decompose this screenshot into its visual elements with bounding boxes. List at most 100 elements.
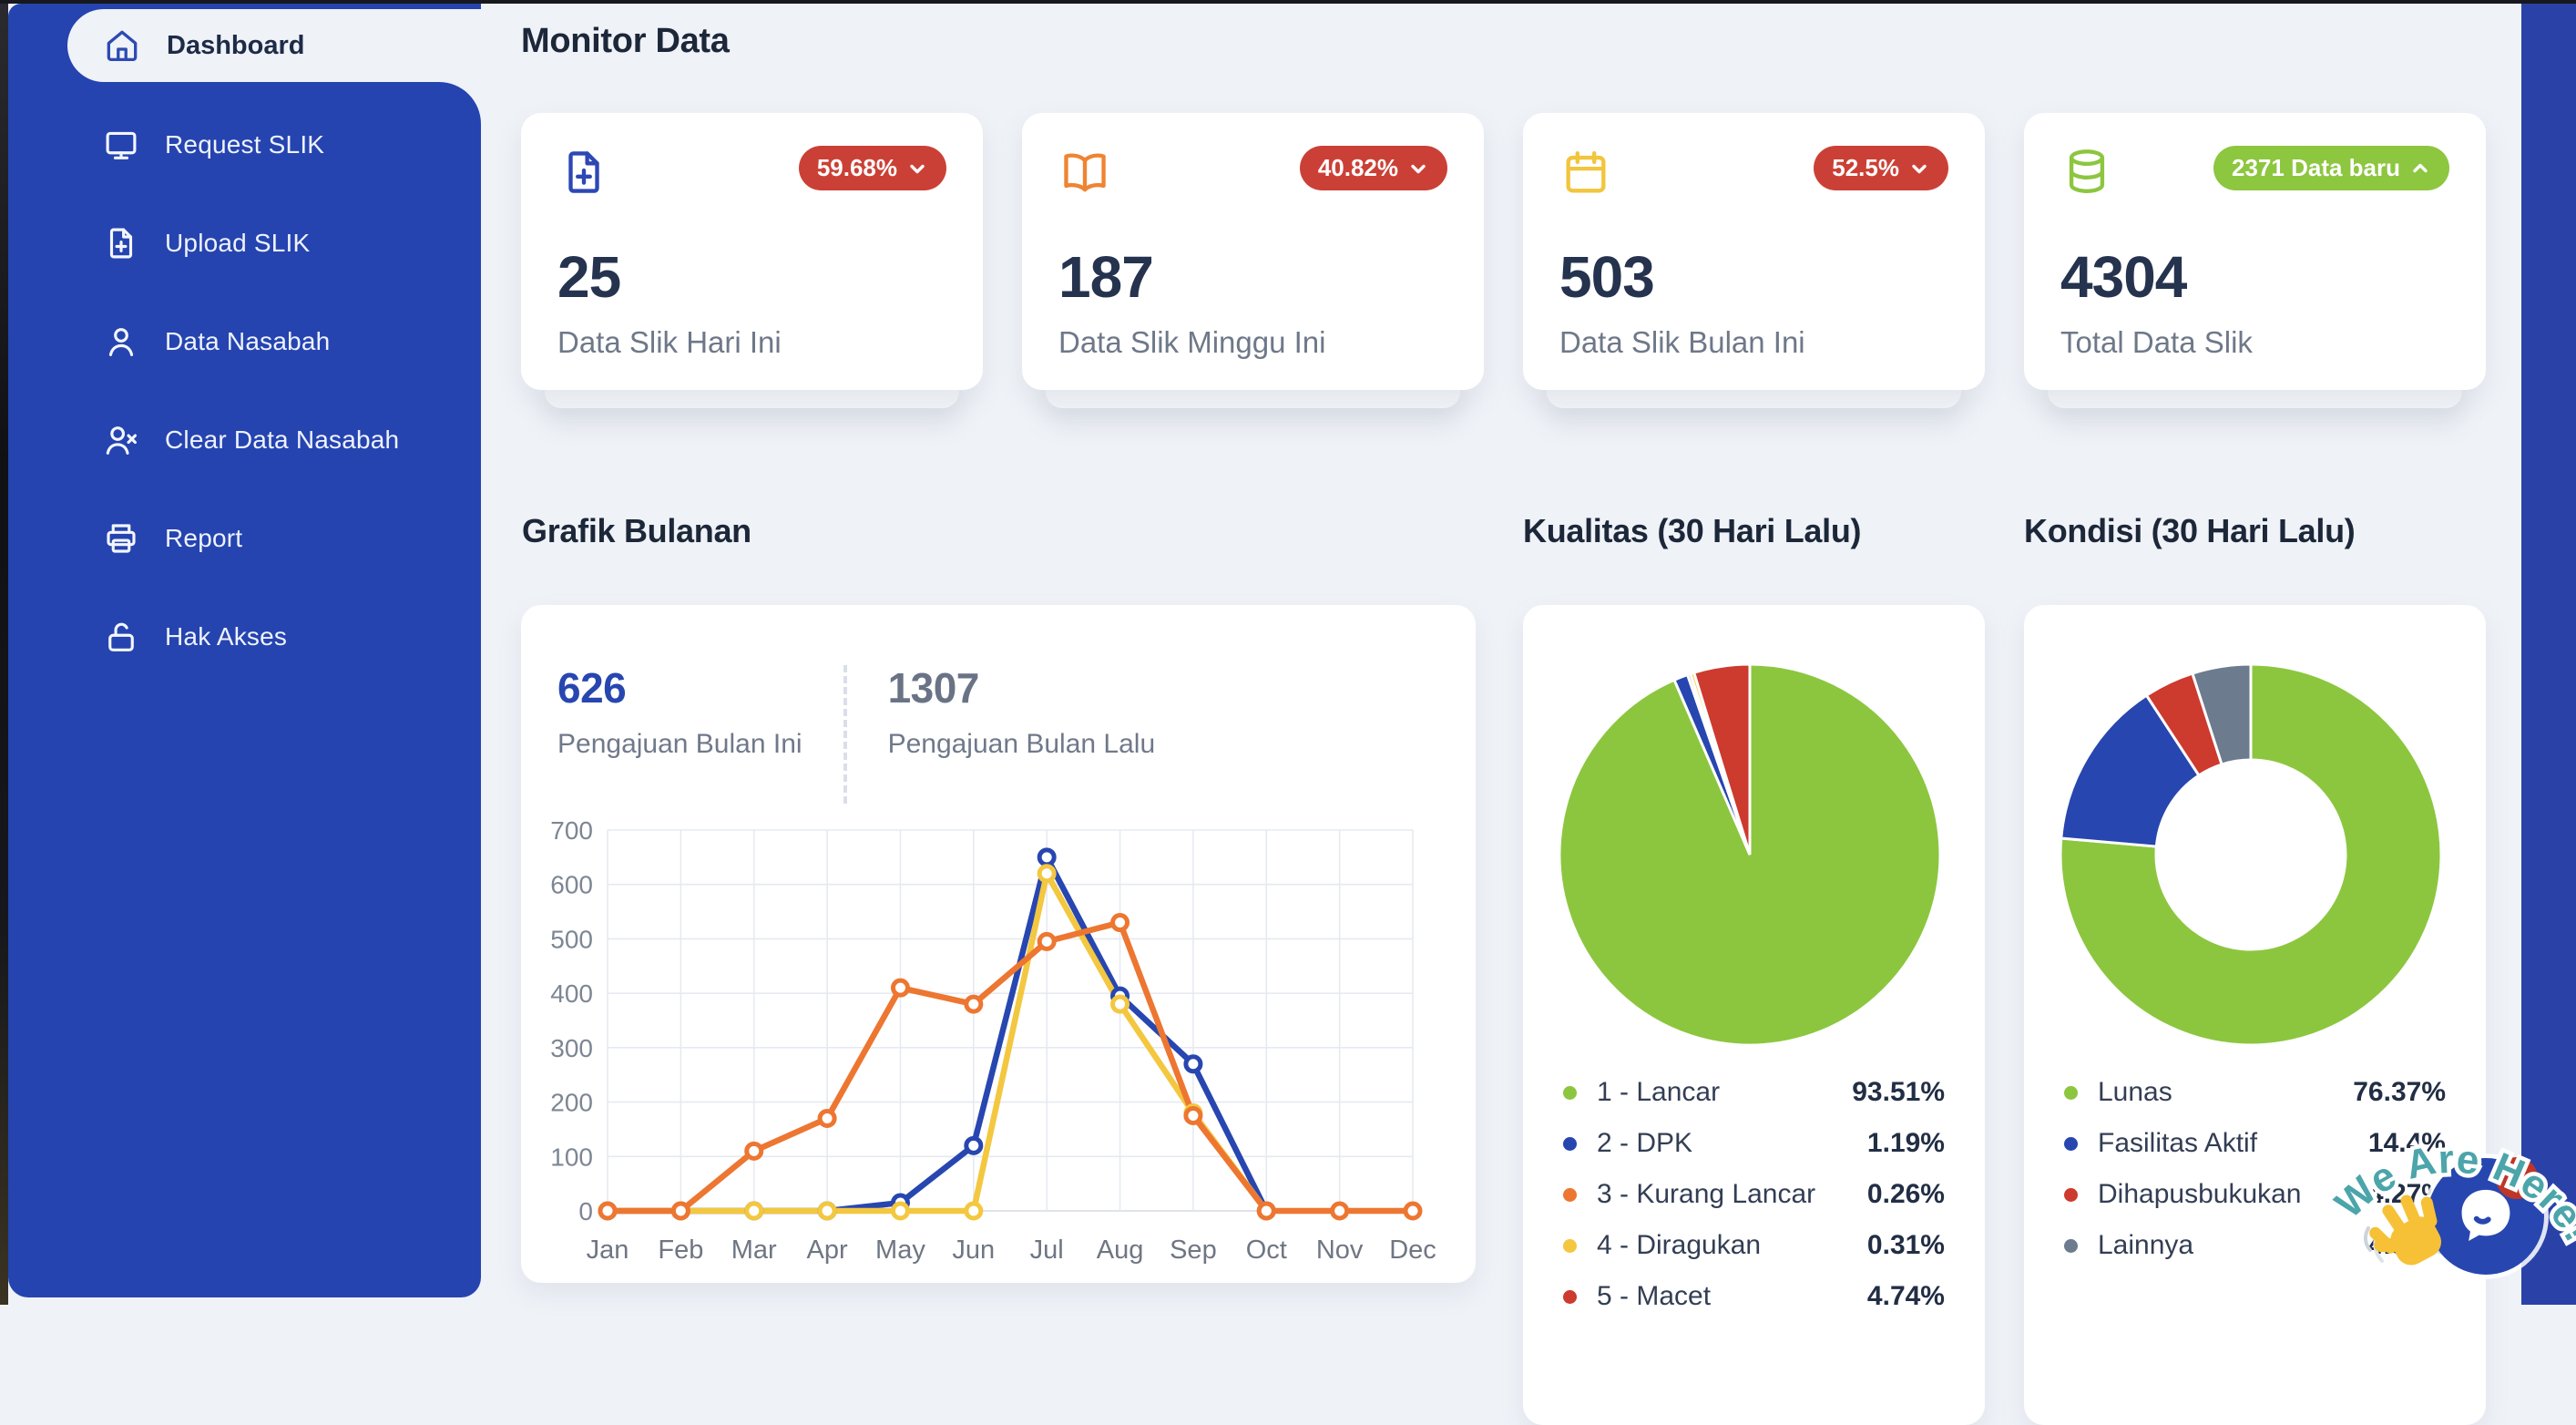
legend-row-2-dpk: 2 - DPK1.19% (1563, 1118, 1945, 1169)
svg-text:700: 700 (550, 816, 593, 845)
screen-top-edge (0, 0, 2576, 4)
legend-row-dihapusbukukan: Dihapusbukukan4.27% (2064, 1169, 2446, 1220)
chevron-down-icon (1407, 158, 1429, 179)
sidebar-item-clear-data-nasabah[interactable]: Clear Data Nasabah (8, 391, 481, 489)
sidebar-item-dashboard[interactable]: Dashboard (67, 9, 482, 82)
monthly-stats: 626 Pengajuan Bulan Ini 1307 Pengajuan B… (557, 663, 1155, 804)
legend-dot (1563, 1086, 1577, 1100)
sidebar-item-data-nasabah[interactable]: Data Nasabah (8, 292, 481, 391)
chevron-up-icon (2409, 158, 2431, 179)
trend-badge[interactable]: 2371 Data baru (2213, 146, 2449, 190)
kondisi-chart-card: Lunas76.37%Fasilitas Aktif14.4%Dihapusbu… (2024, 605, 2486, 1425)
kualitas-pie-chart[interactable] (1523, 605, 1985, 1070)
monthly-chart-card: 626 Pengajuan Bulan Ini 1307 Pengajuan B… (521, 605, 1476, 1283)
legend-row-fasilitas-aktif: Fasilitas Aktif14.4% (2064, 1118, 2446, 1169)
home-icon (102, 26, 142, 66)
legend-value: 1.19% (1867, 1128, 1945, 1159)
legend-row-5-macet: 5 - Macet4.74% (1563, 1271, 1945, 1322)
sidebar-item-report[interactable]: Report (8, 489, 481, 588)
svg-text:Apr: Apr (807, 1235, 848, 1265)
stat-cards-row: 59.68% 25 Data Slik Hari Ini 40.82% 187 Data … (521, 113, 2486, 390)
legend-dot (2064, 1137, 2078, 1151)
sidebar-nav-list: Request SLIK Upload SLIK Data Nasabah Clear… (8, 96, 481, 686)
svg-text:May: May (875, 1235, 925, 1265)
legend-label: Fasilitas Aktif (2098, 1128, 2368, 1159)
trend-badge-label: 59.68% (817, 154, 897, 182)
legend-value: 76.37% (2353, 1077, 2446, 1108)
legend-dot (1563, 1137, 1577, 1151)
legend-label: 1 - Lancar (1597, 1077, 1852, 1108)
sidebar-item-label: Clear Data Nasabah (165, 425, 399, 455)
svg-text:Dec: Dec (1389, 1235, 1436, 1265)
legend-label: Lainnya (2098, 1230, 2368, 1261)
svg-text:400: 400 (550, 979, 593, 1008)
sidebar-item-label: Hak Akses (165, 622, 287, 651)
legend-dot (1563, 1188, 1577, 1202)
trend-badge[interactable]: 40.82% (1300, 146, 1447, 190)
legend-row-lainnya: Lainnya4.96% (2064, 1220, 2446, 1271)
legend-value: 0.31% (1867, 1230, 1945, 1261)
stat-card-data-slik-bulan-ini: 52.5%503Data Slik Bulan Ini (1523, 113, 1985, 390)
printer-icon (102, 519, 140, 558)
sidebar-item-label: Data Nasabah (165, 327, 330, 356)
sidebar-item-request-slik[interactable]: Request SLIK (8, 96, 481, 194)
svg-text:Oct: Oct (1246, 1235, 1287, 1265)
section-title-kondisi: Kondisi (30 Hari Lalu) (2024, 512, 2355, 550)
kondisi-legend: Lunas76.37%Fasilitas Aktif14.4%Dihapusbu… (2024, 1067, 2486, 1271)
sidebar: Dashboard Request SLIK Upload SLIK Data Na… (8, 4, 481, 1297)
stat-card-top: 40.82% (1058, 146, 1447, 203)
legend-dot (2064, 1086, 2078, 1100)
stat-value: 187 (1058, 243, 1447, 311)
legend-row-lunas: Lunas76.37% (2064, 1067, 2446, 1118)
svg-text:Sep: Sep (1170, 1235, 1217, 1265)
stat-card-top: 52.5% (1559, 146, 1948, 203)
user-icon (102, 323, 140, 361)
svg-text:Aug: Aug (1097, 1235, 1144, 1265)
stat-card-total-data-slik: 2371 Data baru4304Total Data Slik (2024, 113, 2486, 390)
lock-open-icon (102, 618, 140, 656)
desktop-right-band (2521, 0, 2576, 1305)
monthly-previous-label: Pengajuan Bulan Lalu (888, 729, 1156, 760)
stat-value: 25 (557, 243, 946, 311)
svg-text:Mar: Mar (731, 1235, 777, 1265)
legend-row-4-diragukan: 4 - Diragukan0.31% (1563, 1220, 1945, 1271)
svg-text:Feb: Feb (658, 1235, 703, 1265)
stat-label: Data Slik Minggu Ini (1058, 325, 1447, 360)
svg-text:Jun: Jun (952, 1235, 995, 1265)
legend-row-3-kurang-lancar: 3 - Kurang Lancar0.26% (1563, 1169, 1945, 1220)
stat-label: Data Slik Hari Ini (557, 325, 946, 360)
legend-label: 4 - Diragukan (1597, 1230, 1867, 1261)
page-title: Monitor Data (521, 22, 730, 61)
svg-text:0: 0 (578, 1197, 593, 1225)
legend-value: 0.26% (1867, 1179, 1945, 1210)
chat-notification-badge: 1 (2496, 1157, 2538, 1199)
trend-badge[interactable]: 59.68% (799, 146, 946, 190)
legend-value: 93.51% (1852, 1077, 1945, 1108)
sidebar-item-label: Dashboard (167, 31, 304, 61)
sidebar-item-upload-slik[interactable]: Upload SLIK (8, 194, 481, 292)
section-title-kualitas: Kualitas (30 Hari Lalu) (1523, 512, 1861, 550)
kualitas-legend: 1 - Lancar93.51%2 - DPK1.19%3 - Kurang L… (1523, 1067, 1985, 1322)
sidebar-item-label: Report (165, 524, 242, 553)
stat-label: Total Data Slik (2060, 325, 2449, 360)
sidebar-item-label: Upload SLIK (165, 229, 310, 258)
kondisi-donut-chart[interactable] (2024, 605, 2486, 1070)
sidebar-item-hak-akses[interactable]: Hak Akses (8, 588, 481, 686)
monthly-previous: 1307 Pengajuan Bulan Lalu (888, 663, 1156, 760)
trend-badge-label: 52.5% (1832, 154, 1899, 182)
monthly-previous-value: 1307 (888, 663, 1156, 712)
svg-text:500: 500 (550, 925, 593, 953)
monthly-current-value: 626 (557, 663, 802, 712)
divider (843, 665, 847, 804)
monthly-line-chart[interactable]: 0100200300400500600700JanFebMarAprMayJun… (539, 807, 1459, 1272)
desktop-left-edge (0, 0, 8, 1305)
database-icon (2060, 146, 2113, 203)
legend-value: 14.4% (2368, 1128, 2446, 1159)
legend-label: Dihapusbukukan (2098, 1179, 2368, 1210)
stat-value: 503 (1559, 243, 1948, 311)
stat-card-top: 59.68% (557, 146, 946, 203)
legend-label: 3 - Kurang Lancar (1597, 1179, 1867, 1210)
svg-text:Jul: Jul (1030, 1235, 1064, 1265)
trend-badge[interactable]: 52.5% (1814, 146, 1948, 190)
chevron-down-icon (1908, 158, 1930, 179)
